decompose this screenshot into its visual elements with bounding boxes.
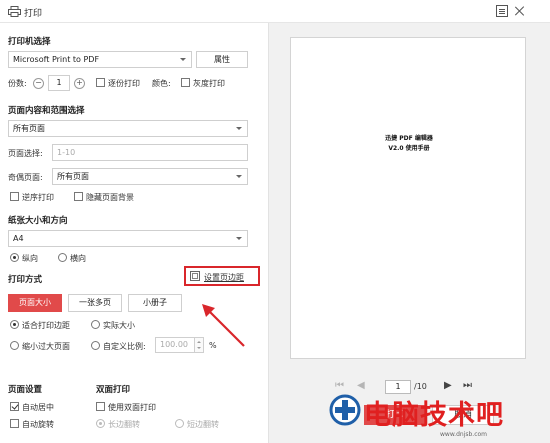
next-page-icon[interactable]: ▶	[444, 380, 452, 391]
paper-section-title: 纸张大小和方向	[8, 216, 68, 226]
preview-doc-title: 迅捷 PDF 编辑器	[385, 135, 433, 142]
watermark-url: www.dnjsb.com	[440, 431, 488, 438]
title-bar: 打印	[0, 0, 550, 23]
chevron-down-icon	[180, 58, 186, 61]
printer-select[interactable]: Microsoft Print to PDF	[8, 51, 192, 68]
shrink-label: 缩小过大页面	[22, 342, 70, 351]
margins-icon	[190, 271, 200, 281]
use-duplex-checkbox[interactable]	[96, 402, 105, 411]
fit-margins-radio[interactable]	[10, 320, 19, 329]
watermark-logo	[329, 394, 361, 426]
grayscale-label: 灰度打印	[193, 79, 225, 88]
copies-label: 份数:	[8, 79, 27, 88]
current-page-input[interactable]: 1	[385, 380, 411, 394]
reverse-checkbox[interactable]	[10, 192, 19, 201]
use-duplex-label: 使用双面打印	[108, 403, 156, 412]
odd-even-select[interactable]: 所有页面	[52, 168, 248, 185]
grayscale-checkbox[interactable]	[181, 78, 190, 87]
short-edge-label: 短边翻转	[187, 420, 219, 429]
landscape-radio[interactable]	[58, 253, 67, 262]
total-pages-label: /10	[414, 382, 427, 391]
hide-background-label: 隐藏页面背景	[86, 193, 134, 202]
landscape-label: 横向	[70, 254, 86, 263]
plus-icon[interactable]: +	[74, 78, 85, 89]
page-select-label: 页面选择:	[8, 149, 43, 158]
fit-margins-label: 适合打印边距	[22, 321, 70, 330]
copies-input[interactable]: 1	[48, 75, 70, 91]
preview-doc-subtitle: V2.0 使用手册	[388, 145, 430, 152]
chevron-down-icon	[236, 127, 242, 130]
auto-center-label: 自动居中	[22, 403, 54, 412]
long-edge-radio[interactable]	[96, 419, 105, 428]
mode-section-title: 打印方式	[8, 275, 43, 285]
last-page-icon[interactable]: ⏭	[463, 380, 472, 391]
menu-button[interactable]	[496, 5, 508, 17]
tab-booklet[interactable]: 小册子	[128, 294, 182, 312]
printer-icon	[8, 6, 21, 17]
short-edge-radio[interactable]	[175, 419, 184, 428]
collate-label: 逐份打印	[108, 79, 140, 88]
auto-center-checkbox[interactable]	[10, 402, 19, 411]
chevron-down-icon	[236, 175, 242, 178]
reverse-label: 逆序打印	[22, 193, 54, 202]
printer-section-title: 打印机选择	[8, 37, 51, 47]
portrait-radio[interactable]	[10, 253, 19, 262]
chevron-down-icon	[236, 237, 242, 240]
range-section-title: 页面内容和范围选择	[8, 106, 85, 116]
minus-icon[interactable]: −	[33, 78, 44, 89]
preview-page: 迅捷 PDF 编辑器 V2.0 使用手册	[290, 37, 526, 359]
duplex-section-title: 双面打印	[96, 385, 131, 395]
actual-size-label: 实际大小	[103, 321, 135, 330]
tab-multiple-pages[interactable]: 一张多页	[68, 294, 122, 312]
custom-scale-input[interactable]: 100.00	[155, 337, 195, 353]
page-settings-title: 页面设置	[8, 385, 43, 395]
set-margins-link[interactable]: 设置页边距	[204, 272, 244, 283]
content-select-value: 所有页面	[13, 124, 45, 133]
previous-page-icon[interactable]: ◀	[357, 380, 365, 391]
custom-scale-label: 自定义比例:	[103, 342, 146, 351]
close-icon[interactable]	[514, 5, 526, 17]
paper-size-select[interactable]: A4	[8, 230, 248, 247]
annotation-arrow	[202, 304, 245, 347]
content-select[interactable]: 所有页面	[8, 120, 248, 137]
auto-rotate-label: 自动旋转	[22, 420, 54, 429]
paper-size-value: A4	[13, 234, 24, 243]
odd-even-value: 所有页面	[57, 172, 89, 181]
window-title: 打印	[24, 9, 43, 19]
page-range-input[interactable]: 1-10	[52, 144, 248, 161]
tab-page-size[interactable]: 页面大小	[8, 294, 62, 312]
color-label: 颜色:	[152, 79, 171, 88]
printer-select-value: Microsoft Print to PDF	[13, 55, 100, 64]
properties-button[interactable]: 属性	[196, 51, 248, 68]
first-page-icon[interactable]: ⏮	[335, 380, 344, 391]
shrink-radio[interactable]	[10, 341, 19, 350]
actual-size-radio[interactable]	[91, 320, 100, 329]
long-edge-label: 长边翻转	[108, 420, 140, 429]
collate-checkbox[interactable]	[96, 78, 105, 87]
portrait-label: 纵向	[22, 254, 38, 263]
odd-even-label: 奇偶页面:	[8, 173, 43, 182]
custom-scale-radio[interactable]	[91, 341, 100, 350]
hide-background-checkbox[interactable]	[74, 192, 83, 201]
auto-rotate-checkbox[interactable]	[10, 419, 19, 428]
watermark-text: 电脑技术吧	[364, 400, 504, 431]
